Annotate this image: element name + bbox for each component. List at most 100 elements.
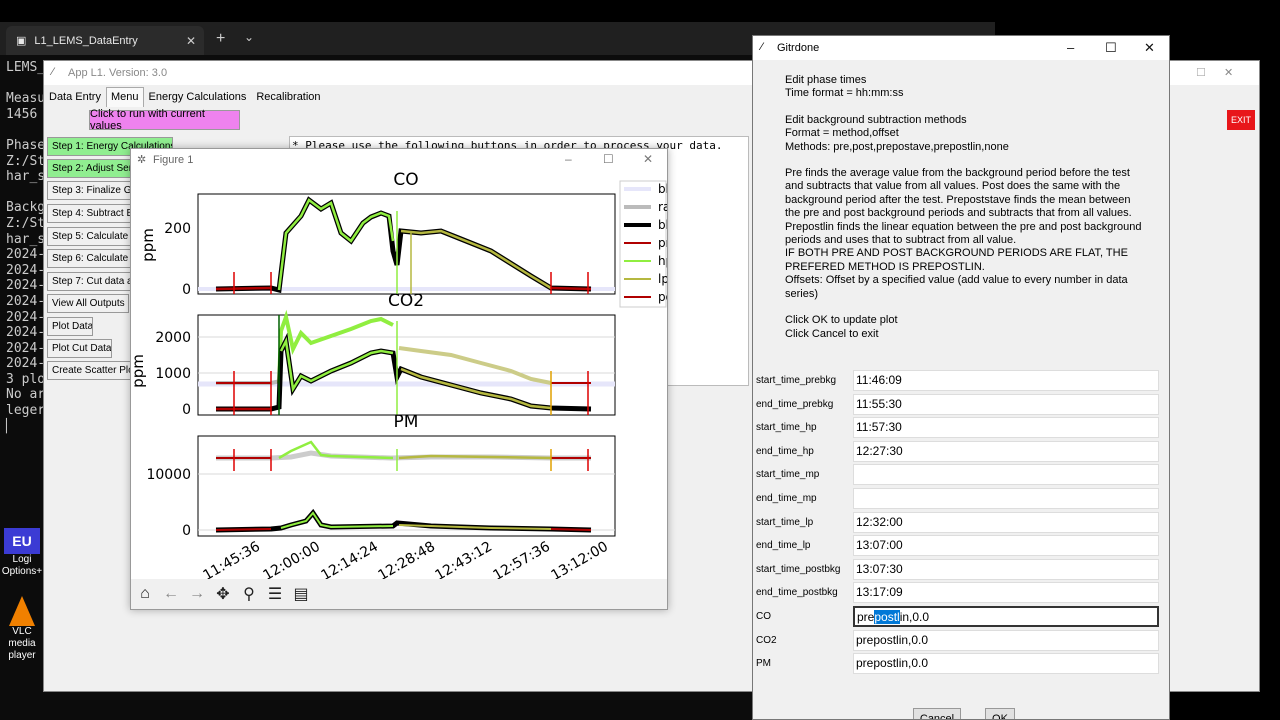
field-label: end_time_lp	[756, 540, 811, 552]
view-all-outputs-button[interactable]: View All Outputs	[47, 294, 129, 313]
desktop-icon-vlc[interactable]: VLC media player	[0, 596, 44, 662]
field-input[interactable]: prepostlin,0.0	[853, 629, 1159, 651]
terminal-line: Phase	[6, 137, 46, 153]
xtick-label: 13:12:00	[549, 539, 611, 579]
ytick-label: 0	[182, 402, 191, 418]
terminal-line: 2024-	[6, 247, 46, 263]
gitrdone-title: Gitrdone	[777, 42, 820, 54]
minimize-icon[interactable]: –	[1067, 40, 1074, 55]
field-label: start_time_lp	[756, 516, 814, 528]
subplot-co2: CO2 0 1000 2000 ppm	[131, 291, 616, 418]
legend: bk ra bk pr hp lp po	[619, 180, 667, 308]
terminal-line: 2024-	[6, 356, 46, 372]
zoom-icon[interactable]: ⚲	[239, 584, 259, 604]
tab-data-entry[interactable]: Data Entry	[44, 87, 106, 107]
ok-button[interactable]: OK	[985, 708, 1015, 719]
forward-arrow-icon[interactable]: →	[187, 584, 207, 604]
ytick-label: 10000	[146, 467, 191, 483]
terminal-line: 1456	[6, 106, 38, 122]
pan-icon[interactable]: ✥	[213, 584, 233, 604]
run-button[interactable]: Click to run with current values	[89, 108, 240, 132]
step-4-button[interactable]: Step 4: Subtract Background	[47, 204, 133, 223]
configure-subplots-icon[interactable]: ☰	[265, 584, 285, 604]
terminal-line: har_s	[6, 231, 46, 247]
terminal-line: 2024-	[6, 293, 46, 309]
step-5-button[interactable]: Step 5: Calculate G	[47, 227, 133, 246]
gitrdone-title-bar: ⁄ Gitrdone – ☐ ✕	[753, 36, 1169, 60]
tab-recalibration[interactable]: Recalibration	[251, 87, 325, 107]
ylabel: ppm	[139, 228, 157, 262]
field-input[interactable]: 11:55:30	[853, 393, 1159, 415]
step-2-button[interactable]: Step 2: Adjust Sensor	[47, 159, 133, 178]
maximize-icon[interactable]: ☐	[1196, 66, 1206, 79]
maximize-icon[interactable]: ☐	[1105, 40, 1117, 56]
legend-label: pr	[658, 236, 667, 250]
field-input[interactable]	[853, 464, 1159, 486]
step-3-button[interactable]: Step 3: Finalize Gas	[47, 181, 133, 200]
subplot-title: PM	[394, 412, 419, 432]
field-input[interactable]: prepostlin,0.0	[853, 606, 1159, 627]
plot-data-button[interactable]: Plot Data	[47, 317, 93, 336]
close-icon[interactable]: ✕	[186, 34, 196, 48]
ylabel: ppm	[131, 354, 147, 388]
field-input[interactable]	[853, 488, 1159, 509]
field-input[interactable]: 12:32:00	[853, 511, 1159, 533]
terminal-line: har_s	[6, 169, 46, 185]
subplot-title: CO2	[388, 291, 424, 311]
cancel-button[interactable]: Cancel	[913, 708, 961, 719]
figure-plot[interactable]: CO 0 200 ppm bk ra bk	[131, 171, 667, 579]
terminal-line: 3 plo	[6, 371, 46, 387]
step-7-button[interactable]: Step 7: Cut data as	[47, 272, 133, 291]
series-line	[550, 286, 592, 291]
tab-menu[interactable]: Menu	[105, 87, 144, 107]
close-icon[interactable]: ✕	[643, 152, 653, 166]
field-input[interactable]: 11:46:09	[853, 370, 1159, 391]
field-input[interactable]: 13:17:09	[853, 582, 1159, 604]
field-input[interactable]: 12:27:30	[853, 440, 1159, 462]
chevron-down-icon[interactable]: ⌄	[244, 30, 254, 44]
step-6-button[interactable]: Step 6: Calculate E	[47, 249, 133, 268]
home-icon[interactable]: ⌂	[135, 584, 155, 604]
subplot-title: CO	[393, 171, 418, 190]
field-text: in,0.0	[899, 610, 930, 624]
field-label: start_time_hp	[756, 422, 817, 434]
field-label: CO2	[756, 634, 777, 646]
legend-label: ra	[658, 200, 667, 214]
terminal-line: 2024-	[6, 262, 46, 278]
new-tab-icon[interactable]: +	[216, 30, 225, 48]
figure-window: ✲ Figure 1 – ☐ ✕ CO 0 200 ppm b ra b p h…	[130, 148, 668, 610]
field-label: start_time_prebkg	[756, 375, 837, 386]
field-label: CO	[756, 611, 771, 622]
field-input[interactable]: 13:07:30	[853, 558, 1159, 580]
terminal-icon: ▣	[16, 35, 27, 47]
subplot-pm: PM 0 10000 11:45:36 12:00:00 12:14:24 12…	[146, 412, 616, 579]
close-icon[interactable]: ✕	[1224, 66, 1233, 79]
logi-icon: EU	[4, 528, 40, 554]
xtick-label: 12:00:00	[261, 539, 323, 579]
maximize-icon[interactable]: ☐	[603, 152, 614, 166]
figure-title-bar: ✲ Figure 1 – ☐ ✕	[131, 149, 667, 171]
back-arrow-icon[interactable]: ←	[161, 584, 181, 604]
instruction-paragraph: Edit background subtraction methods Form…	[785, 113, 1009, 153]
tab-energy-calculations[interactable]: Energy Calculations	[144, 87, 252, 107]
field-input[interactable]: 13:07:00	[853, 535, 1159, 557]
field-label: end_time_mp	[756, 493, 817, 504]
close-icon[interactable]: ✕	[1144, 40, 1155, 56]
plot-cut-data-button[interactable]: Plot Cut Data	[47, 339, 112, 358]
exit-button[interactable]: EXIT	[1227, 110, 1255, 130]
desktop-icon-logi[interactable]: EU Logi Options+	[0, 528, 44, 578]
minimize-icon[interactable]: –	[565, 152, 572, 166]
field-input[interactable]: prepostlin,0.0	[853, 653, 1159, 675]
xtick-label: 12:43:12	[433, 539, 495, 579]
scatter-plot-button[interactable]: Create Scatter Plot	[47, 361, 133, 380]
axes-frame	[197, 193, 616, 295]
figure-toolbar: ⌂ ← → ✥ ⚲ ☰ ▤	[131, 579, 667, 609]
terminal-tab[interactable]: ▣ L1_LEMS_DataEntry ✕	[6, 26, 204, 55]
terminal-line: leger	[6, 403, 46, 419]
xtick-label: 12:57:36	[491, 539, 554, 579]
save-icon[interactable]: ▤	[291, 584, 311, 604]
legend-label: po	[658, 290, 667, 304]
gitrdone-instructions: Edit phase times Time format = hh:mm:ss …	[785, 74, 1145, 341]
field-input[interactable]: 11:57:30	[853, 417, 1159, 439]
